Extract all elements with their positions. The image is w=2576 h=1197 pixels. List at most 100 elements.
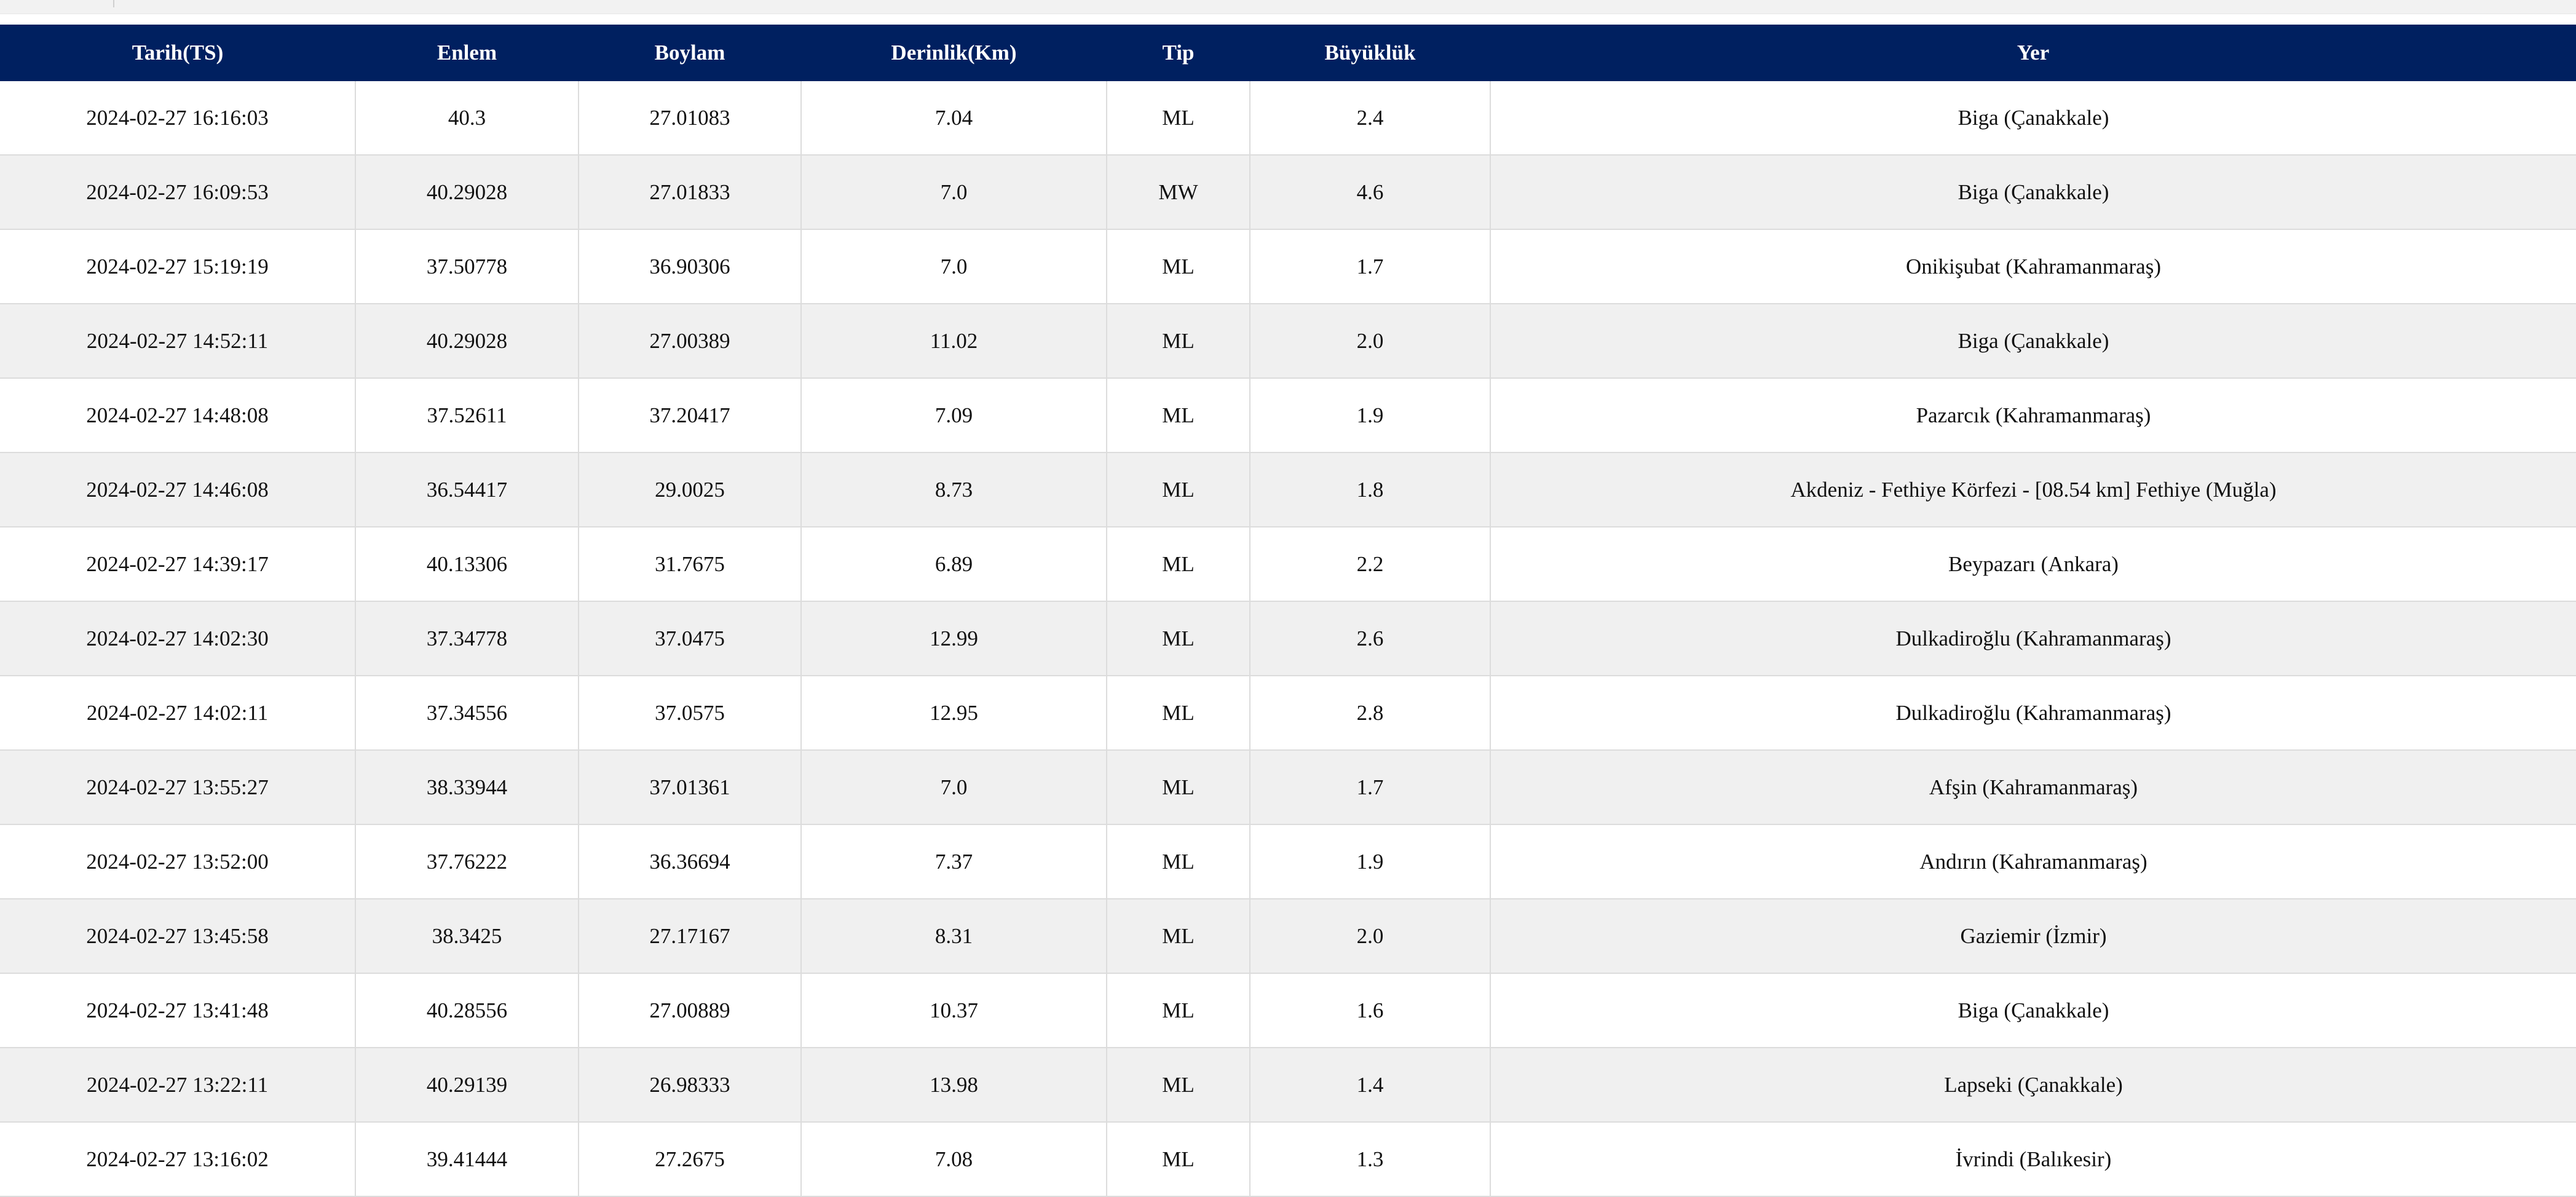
cell-type: ML [1107,378,1250,453]
cell-depth: 8.31 [801,899,1107,974]
cell-longitude: 29.0025 [579,452,802,527]
column-header-depth[interactable]: Derinlik(Km) [801,25,1107,81]
table-row[interactable]: 2024-02-27 13:45:58 38.3425 27.17167 8.3… [0,899,2576,974]
cell-depth: 7.08 [801,1122,1107,1197]
cell-latitude: 37.34778 [355,601,579,676]
cell-depth: 7.0 [801,750,1107,825]
cell-magnitude: 2.4 [1250,81,1491,156]
cell-depth: 7.0 [801,155,1107,230]
table-row[interactable]: 2024-02-27 16:16:03 40.3 27.01083 7.04 M… [0,81,2576,156]
table-row[interactable]: 2024-02-27 14:02:11 37.34556 37.0575 12.… [0,676,2576,751]
cell-type: ML [1107,601,1250,676]
table-row[interactable]: 2024-02-27 14:48:08 37.52611 37.20417 7.… [0,378,2576,453]
cell-longitude: 31.7675 [579,527,802,602]
cell-location: Afşin (Kahramanmaraş) [1490,750,2576,825]
column-header-location[interactable]: Yer [1490,25,2576,81]
cell-date: 2024-02-27 13:41:48 [0,973,356,1048]
cell-date: 2024-02-27 14:02:30 [0,601,356,676]
cell-latitude: 40.29139 [355,1048,579,1123]
cell-longitude: 37.01361 [579,750,802,825]
cell-magnitude: 1.9 [1250,378,1491,453]
cell-longitude: 27.01833 [579,155,802,230]
cell-longitude: 37.0475 [579,601,802,676]
cell-depth: 7.04 [801,81,1107,156]
cell-date: 2024-02-27 13:16:02 [0,1122,356,1197]
cell-longitude: 27.17167 [579,899,802,974]
cell-date: 2024-02-27 13:55:27 [0,750,356,825]
cell-depth: 12.95 [801,676,1107,751]
cell-date: 2024-02-27 15:19:19 [0,229,356,304]
cell-date: 2024-02-27 14:39:17 [0,527,356,602]
cell-longitude: 36.36694 [579,824,802,899]
cell-longitude: 37.20417 [579,378,802,453]
column-header-date[interactable]: Tarih(TS) [0,25,355,81]
table-row[interactable]: 2024-02-27 13:41:48 40.28556 27.00889 10… [0,973,2576,1048]
cell-location: Biga (Çanakkale) [1490,81,2576,156]
cell-magnitude: 2.0 [1250,899,1491,974]
cell-location: Akdeniz - Fethiye Körfezi - [08.54 km] F… [1490,452,2576,527]
table-body: 2024-02-27 16:16:03 40.3 27.01083 7.04 M… [0,81,2576,1197]
cell-type: MW [1107,155,1250,230]
cell-latitude: 40.3 [355,81,579,156]
cell-longitude: 27.00889 [579,973,802,1048]
table-row[interactable]: 2024-02-27 14:52:11 40.29028 27.00389 11… [0,304,2576,379]
table-row[interactable]: 2024-02-27 15:19:19 37.50778 36.90306 7.… [0,229,2576,304]
table-row[interactable]: 2024-02-27 14:46:08 36.54417 29.0025 8.7… [0,452,2576,527]
column-header-type[interactable]: Tip [1107,25,1250,81]
cell-location: Biga (Çanakkale) [1490,973,2576,1048]
cell-magnitude: 2.8 [1250,676,1491,751]
cell-magnitude: 1.9 [1250,824,1491,899]
table-row[interactable]: 2024-02-27 16:09:53 40.29028 27.01833 7.… [0,155,2576,230]
table-row[interactable]: 2024-02-27 14:39:17 40.13306 31.7675 6.8… [0,527,2576,602]
cell-magnitude: 1.8 [1250,452,1491,527]
cell-location: Dulkadiroğlu (Kahramanmaraş) [1490,676,2576,751]
table-row[interactable]: 2024-02-27 13:16:02 39.41444 27.2675 7.0… [0,1122,2576,1197]
cell-latitude: 37.52611 [355,378,579,453]
cell-latitude: 40.28556 [355,973,579,1048]
table-row[interactable]: 2024-02-27 13:52:00 37.76222 36.36694 7.… [0,824,2576,899]
cell-magnitude: 2.2 [1250,527,1491,602]
cell-longitude: 36.90306 [579,229,802,304]
cell-location: Pazarcık (Kahramanmaraş) [1490,378,2576,453]
cell-magnitude: 4.6 [1250,155,1491,230]
cell-date: 2024-02-27 16:16:03 [0,81,356,156]
earthquake-table-container: Tarih(TS) Enlem Boylam Derinlik(Km) Tip … [0,25,2576,1197]
cell-longitude: 27.01083 [579,81,802,156]
cell-location: Dulkadiroğlu (Kahramanmaraş) [1490,601,2576,676]
cell-location: Gaziemir (İzmir) [1490,899,2576,974]
cell-depth: 7.09 [801,378,1107,453]
table-header-row: Tarih(TS) Enlem Boylam Derinlik(Km) Tip … [0,25,2576,81]
toolbar-divider [113,0,114,7]
cell-type: ML [1107,1122,1250,1197]
cell-latitude: 37.50778 [355,229,579,304]
cell-latitude: 36.54417 [355,452,579,527]
table-row[interactable]: 2024-02-27 13:22:11 40.29139 26.98333 13… [0,1048,2576,1123]
cell-magnitude: 1.7 [1250,750,1491,825]
cell-magnitude: 1.7 [1250,229,1491,304]
cell-location: Beypazarı (Ankara) [1490,527,2576,602]
cell-type: ML [1107,1048,1250,1123]
cell-type: ML [1107,750,1250,825]
column-header-latitude[interactable]: Enlem [355,25,579,81]
cell-depth: 7.0 [801,229,1107,304]
cell-depth: 7.37 [801,824,1107,899]
cell-date: 2024-02-27 14:48:08 [0,378,356,453]
cell-latitude: 38.33944 [355,750,579,825]
column-header-magnitude[interactable]: Büyüklük [1250,25,1490,81]
cell-latitude: 39.41444 [355,1122,579,1197]
table-row[interactable]: 2024-02-27 13:55:27 38.33944 37.01361 7.… [0,750,2576,825]
cell-latitude: 37.34556 [355,676,579,751]
cell-date: 2024-02-27 14:52:11 [0,304,356,379]
cell-longitude: 27.00389 [579,304,802,379]
earthquake-table: Tarih(TS) Enlem Boylam Derinlik(Km) Tip … [0,25,2576,1197]
cell-type: ML [1107,304,1250,379]
table-row[interactable]: 2024-02-27 14:02:30 37.34778 37.0475 12.… [0,601,2576,676]
top-toolbar-strip [0,0,2576,14]
cell-type: ML [1107,527,1250,602]
cell-type: ML [1107,676,1250,751]
table-header: Tarih(TS) Enlem Boylam Derinlik(Km) Tip … [0,25,2576,81]
cell-magnitude: 1.4 [1250,1048,1491,1123]
cell-magnitude: 2.6 [1250,601,1491,676]
cell-type: ML [1107,452,1250,527]
column-header-longitude[interactable]: Boylam [579,25,801,81]
